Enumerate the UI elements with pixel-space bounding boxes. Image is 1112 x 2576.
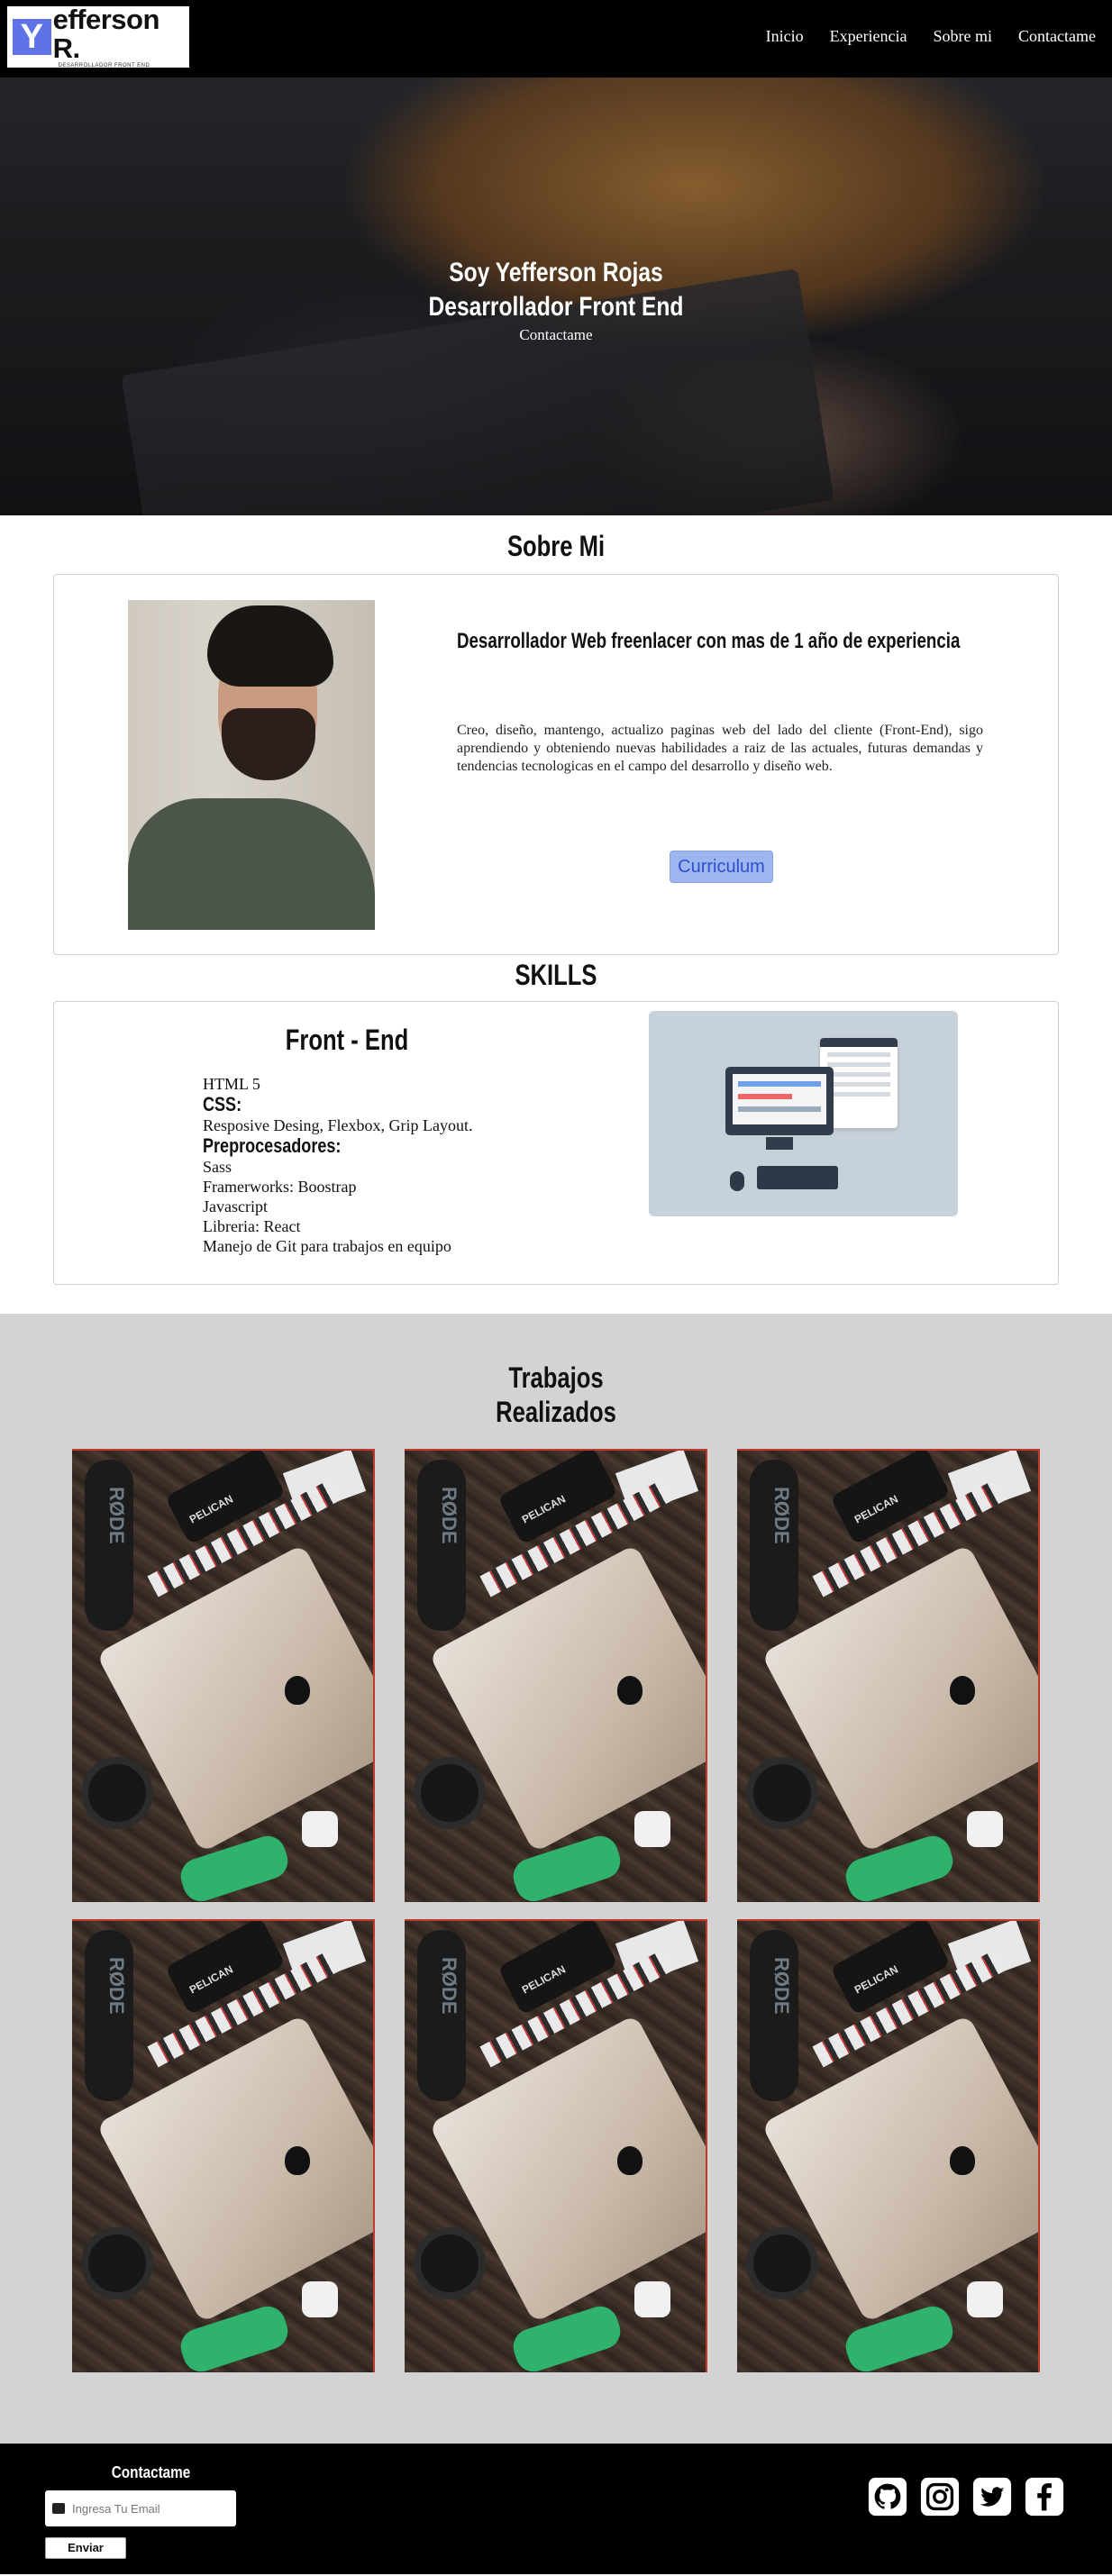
apple-logo-icon <box>617 1676 643 1705</box>
hero-contact-link[interactable]: Contactame <box>519 326 592 344</box>
profile-photo <box>128 600 375 930</box>
works-section-title: Trabajos Realizados <box>111 1314 1000 1429</box>
logo-letter: Y <box>13 19 51 55</box>
hero-banner: Soy Yefferson Rojas Desarrollador Front … <box>0 77 1112 515</box>
skill-item: Javascript <box>203 1197 268 1215</box>
nav-link-contactame[interactable]: Contactame <box>1018 27 1096 46</box>
chat-icon <box>52 2503 65 2514</box>
mic-brand-label: RØDE <box>770 1487 793 1544</box>
hero-title-line2: Desarrollador Front End <box>428 292 684 322</box>
works-title-line1: Trabajos <box>508 1361 604 1394</box>
works-grid: RØDE PELICAN RØDE PELICAN RØDE PELICAN RØDE PEL… <box>72 1449 1040 2372</box>
twitter-icon[interactable] <box>971 2476 1013 2517</box>
skill-item: HTML 5 <box>203 1075 260 1093</box>
apple-logo-icon <box>285 2146 310 2175</box>
work-thumbnail[interactable]: RØDE PELICAN <box>405 1449 707 1902</box>
mic-brand-label: RØDE <box>105 1957 128 2015</box>
nav-link-experiencia[interactable]: Experiencia <box>830 27 907 46</box>
skill-item: Resposive Desing, Flexbox, Grip Layout. <box>203 1116 473 1134</box>
about-section-title: Sobre Mi <box>506 530 606 562</box>
about-card: Desarrollador Web freenlacer con mas de … <box>53 574 1059 955</box>
instagram-icon[interactable] <box>919 2476 961 2517</box>
curriculum-button[interactable]: Curriculum <box>670 851 773 883</box>
skill-item: Libreria: React <box>203 1217 301 1235</box>
works-section: Trabajos Realizados RØDE PELICAN RØDE PELIC… <box>0 1314 1112 2444</box>
send-button[interactable]: Enviar <box>45 2537 126 2559</box>
apple-logo-icon <box>617 2146 643 2175</box>
works-title-line2: Realizados <box>496 1396 616 1428</box>
work-thumbnail[interactable]: RØDE PELICAN <box>72 1449 375 1902</box>
apple-logo-icon <box>950 2146 975 2175</box>
nav-links: Inicio Experiencia Sobre mi Contactame <box>766 27 1096 46</box>
work-thumbnail[interactable]: RØDE PELICAN <box>405 1919 707 2372</box>
skills-card: Front - End HTML 5 CSS: Resposive Desing… <box>53 1001 1059 1285</box>
skill-heading: Preprocesadores: <box>203 1134 342 1157</box>
brand-logo[interactable]: Y efferson R. DESARROLLADOR FRONT END <box>7 4 189 68</box>
computer-illustration <box>649 1011 958 1216</box>
github-icon[interactable] <box>867 2476 908 2517</box>
work-thumbnail[interactable]: RØDE PELICAN <box>72 1919 375 2372</box>
skill-item: Sass <box>203 1158 232 1176</box>
skills-card-title: Front - End <box>285 1024 409 1056</box>
skills-list: HTML 5 CSS: Resposive Desing, Flexbox, G… <box>203 1074 472 1256</box>
top-navbar: Y efferson R. DESARROLLADOR FRONT END In… <box>0 0 1112 77</box>
mic-brand-label: RØDE <box>438 1957 460 2015</box>
social-links <box>867 2476 1065 2517</box>
about-description: Creo, diseño, mantengo, actualizo pagina… <box>457 723 983 774</box>
work-thumbnail[interactable]: RØDE PELICAN <box>737 1919 1040 2372</box>
email-input[interactable] <box>72 2501 225 2516</box>
apple-logo-icon <box>285 1676 310 1705</box>
logo-tagline: DESARROLLADOR FRONT END <box>58 63 150 68</box>
apple-logo-icon <box>950 1676 975 1705</box>
footer: Contactame Enviar <box>0 2444 1112 2574</box>
email-field-wrapper <box>45 2490 236 2526</box>
skill-item: Manejo de Git para trabajos en equipo <box>203 1237 451 1255</box>
hero-title-line1: Soy Yefferson Rojas <box>449 258 663 287</box>
nav-link-inicio[interactable]: Inicio <box>766 27 804 46</box>
mic-brand-label: RØDE <box>770 1957 793 2015</box>
about-subtitle: Desarrollador Web freenlacer con mas de … <box>457 629 961 653</box>
footer-contact-title: Contactame <box>111 2463 191 2481</box>
nav-link-sobre-mi[interactable]: Sobre mi <box>934 27 993 46</box>
mic-brand-label: RØDE <box>438 1487 460 1544</box>
skill-heading: CSS: <box>203 1093 242 1115</box>
hero-content: Soy Yefferson Rojas Desarrollador Front … <box>0 256 1112 344</box>
work-thumbnail[interactable]: RØDE PELICAN <box>737 1449 1040 1902</box>
logo-name: efferson R. <box>52 4 160 64</box>
skill-item: Framerworks: Boostrap <box>203 1178 357 1196</box>
mic-brand-label: RØDE <box>105 1487 128 1544</box>
skills-section-title: SKILLS <box>515 959 597 991</box>
facebook-icon[interactable] <box>1024 2476 1065 2517</box>
